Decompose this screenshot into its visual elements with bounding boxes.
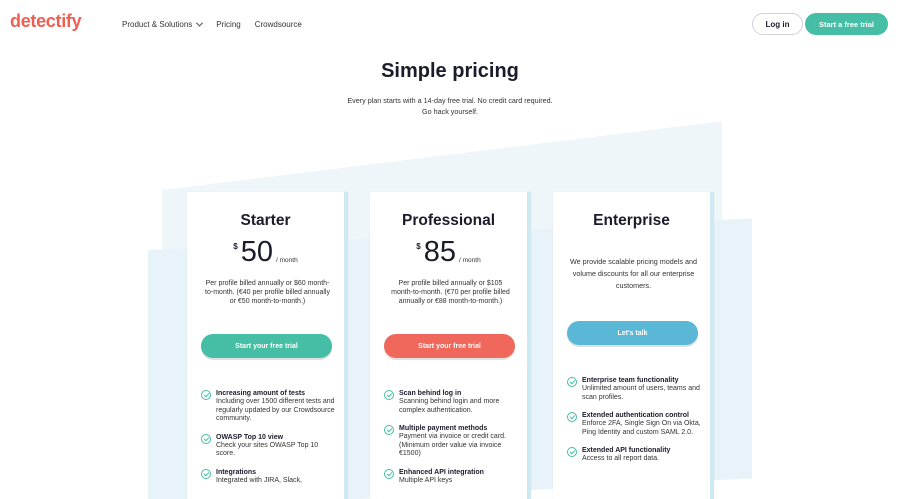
feature-list: Scan behind log in Scanning behind login … xyxy=(384,389,519,494)
feature-item: Enterprise team functionality Unlimited a… xyxy=(567,376,702,402)
subtitle-line-2: Go hack yourself. xyxy=(422,107,478,116)
plan-card-professional: Professional $ 85 / month Per profile bi… xyxy=(370,192,531,499)
plan-card-enterprise: Enterprise We provide scalable pricing m… xyxy=(553,192,714,499)
start-trial-button[interactable]: Start your free trial xyxy=(201,334,332,358)
plan-name: Professional xyxy=(401,212,496,229)
feature-title: Scan behind log in xyxy=(399,390,462,397)
check-circle-icon xyxy=(201,390,211,400)
nav-product-solutions[interactable]: Product & Solutions xyxy=(122,19,204,29)
feature-item: Extended authentication control Enforce 2… xyxy=(567,411,702,437)
page-title: Simple pricing xyxy=(381,60,519,82)
feature-item: Multiple payment methods Payment via invo… xyxy=(384,424,519,459)
check-circle-icon xyxy=(384,390,394,400)
top-header: detectify Product & Solutions Pricing Cr… xyxy=(0,0,900,48)
nav-product-solutions-label: Product & Solutions xyxy=(122,20,193,29)
price-amount: 85 xyxy=(423,236,457,268)
feature-list: Increasing amount of tests Including over… xyxy=(201,389,336,494)
feature-title: Increasing amount of tests xyxy=(216,390,306,397)
page-subtitle: Every plan starts with a 14-day free tri… xyxy=(0,95,900,117)
feature-title: Integrations xyxy=(216,468,257,476)
plan-price: $ 50 / month xyxy=(187,236,344,268)
check-circle-icon xyxy=(201,433,211,444)
nav-pricing-label: Pricing xyxy=(216,20,241,29)
feature-title: Extended authentication control xyxy=(582,412,689,419)
feature-desc: Including over 1500 different tests and … xyxy=(216,398,335,422)
feature-list: Enterprise team functionality Unlimited a… xyxy=(567,376,702,473)
plan-price: $ 85 / month xyxy=(370,236,527,268)
detectify-logo[interactable]: detectify xyxy=(10,11,82,32)
plan-billing-note: Per profile billed annually or $105 mont… xyxy=(391,280,510,305)
plan-name: Enterprise xyxy=(593,212,670,229)
plan-name: Starter xyxy=(240,212,291,229)
main-nav: Product & Solutions Pricing Crowdsource xyxy=(122,19,302,29)
feature-desc: Access to all report data. xyxy=(582,455,660,462)
check-circle-icon xyxy=(384,468,394,479)
check-circle-icon xyxy=(567,447,577,457)
feature-desc: Check your sites OWASP Top 10 score. xyxy=(216,441,319,458)
feature-item: Increasing amount of tests Including over… xyxy=(201,389,336,424)
feature-title: Multiple payment methods xyxy=(399,425,488,432)
check-circle-icon xyxy=(384,425,394,435)
feature-desc: Enforce 2FA, Single Sign On via Okta, Pi… xyxy=(582,420,701,436)
feature-item: Integrations Integrated with JIRA, Slack, xyxy=(201,468,336,486)
nav-crowdsource-label: Crowdsource xyxy=(254,20,302,29)
feature-item: OWASP Top 10 view Check your sites OWASP … xyxy=(201,433,336,459)
feature-title: OWASP Top 10 view xyxy=(216,433,284,441)
check-circle-icon xyxy=(201,468,211,479)
feature-title: Enterprise team functionality xyxy=(582,377,679,384)
nav-crowdsource[interactable]: Crowdsource xyxy=(255,20,302,29)
feature-desc: Unlimited amount of users, teams and sca… xyxy=(582,385,700,401)
feature-desc: Multiple API keys xyxy=(399,476,453,484)
price-amount: 50 xyxy=(240,236,274,268)
lets-talk-button[interactable]: Let's talk xyxy=(567,321,698,345)
nav-pricing[interactable]: Pricing xyxy=(216,20,240,29)
feature-item: Enhanced API integration Multiple API key… xyxy=(384,468,519,486)
feature-item: Extended API functionality Access to all … xyxy=(567,446,702,464)
start-trial-button[interactable]: Start your free trial xyxy=(384,334,515,358)
check-circle-icon xyxy=(567,377,577,387)
feature-desc: Integrated with JIRA, Slack, xyxy=(216,476,302,484)
subtitle-line-1: Every plan starts with a 14-day free tri… xyxy=(347,96,553,105)
plan-card-starter: Starter $ 50 / month Per profile billed … xyxy=(187,192,348,499)
price-currency: $ xyxy=(416,242,421,251)
login-button[interactable]: Log in xyxy=(752,13,803,35)
feature-desc: Scanning behind login and more complex a… xyxy=(399,398,500,414)
price-currency: $ xyxy=(233,242,238,251)
feature-item: Scan behind log in Scanning behind login … xyxy=(384,389,519,415)
feature-title: Enhanced API integration xyxy=(399,468,484,476)
feature-desc: Payment via invoice or credit card. (Min… xyxy=(399,433,506,457)
start-free-trial-button[interactable]: Start a free trial xyxy=(805,13,888,35)
price-period: / month xyxy=(276,257,298,264)
check-circle-icon xyxy=(567,412,577,422)
price-period: / month xyxy=(459,257,481,264)
plan-billing-note: Per profile billed annually or $60 month… xyxy=(205,280,330,305)
chevron-down-icon xyxy=(196,19,204,27)
plan-description: We provide scalable pricing models and v… xyxy=(570,257,697,290)
feature-title: Extended API functionality xyxy=(582,447,671,454)
